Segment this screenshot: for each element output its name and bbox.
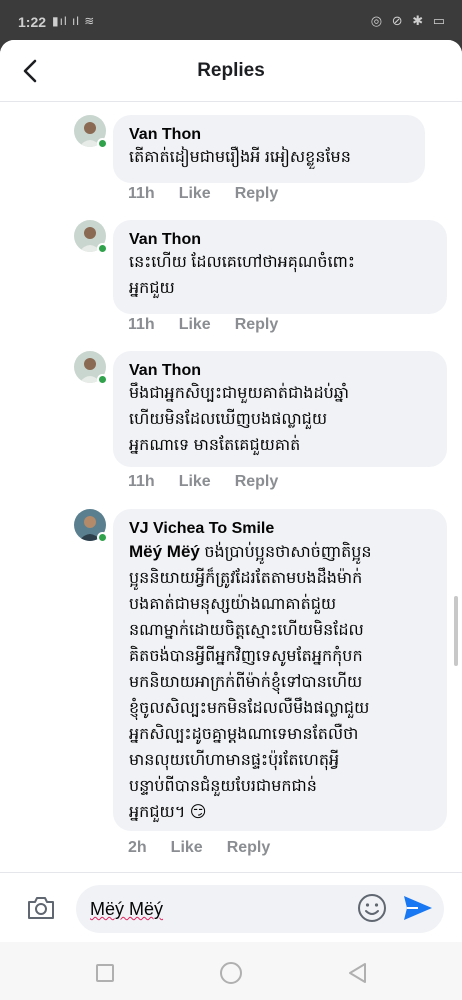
emoji-icon xyxy=(358,894,386,922)
header: Replies xyxy=(0,40,462,102)
comment-author[interactable]: Van Thon xyxy=(129,230,433,250)
reply-button[interactable]: Reply xyxy=(227,839,271,856)
online-status-dot xyxy=(97,138,108,149)
comment-bubble[interactable]: Van Thon តើគាត់ដៀមជាមរឿងអី រអៀសខ្លួនមែន xyxy=(113,115,425,183)
online-status-dot xyxy=(97,374,108,385)
reply-input-value[interactable]: Mëý Mëý xyxy=(90,899,163,920)
recent-apps-icon[interactable] xyxy=(96,964,114,982)
comment-time: 2h xyxy=(128,839,147,856)
status-time: 1:22 xyxy=(18,14,47,30)
like-button[interactable]: Like xyxy=(179,316,211,333)
like-button[interactable]: Like xyxy=(171,839,203,856)
camera-button[interactable] xyxy=(24,891,58,925)
comment-time: 11h xyxy=(128,473,155,490)
replies-sheet: Replies Van Thon តើគាត់ដៀមជាមរឿងអី រអៀសខ… xyxy=(0,40,462,1000)
comment-time: 11h xyxy=(128,185,155,202)
back-triangle-icon[interactable] xyxy=(347,962,367,984)
online-status-dot xyxy=(97,532,108,543)
comment-text: នេះហើយ ដែលគេហៅថាអគុណចំពោះ អ្នកជួយ xyxy=(129,254,355,297)
system-nav-bar xyxy=(0,942,462,1000)
like-button[interactable]: Like xyxy=(179,185,211,202)
comment-text: Mëý Mëý ចង់ប្រាប់ប្អូនថាសាច់ញាតិប្អូន ប្… xyxy=(129,539,433,826)
reply-button[interactable]: Reply xyxy=(235,185,279,202)
comment-body: ចង់ប្រាប់ប្អូនថាសាច់ញាតិប្អូន ប្អូននិយាយ… xyxy=(129,544,372,821)
comment-text: មឹងជាអ្នកសិប្បះជាមួយគាត់ជាងដប់ឆ្នាំ ហើយម… xyxy=(129,385,349,454)
comment-author[interactable]: VJ Vichea To Smile xyxy=(129,519,433,539)
comment-meta: 11h Like Reply xyxy=(128,185,302,203)
online-status-dot xyxy=(97,243,108,254)
reply-composer: Mëý Mëý xyxy=(0,872,462,942)
comment-author[interactable]: Van Thon xyxy=(129,125,411,145)
comment-time: 11h xyxy=(128,316,155,333)
comment-meta: 2h Like Reply xyxy=(128,839,294,857)
reply-input[interactable]: Mëý Mëý xyxy=(76,885,444,933)
comment-meta: 11h Like Reply xyxy=(128,473,302,491)
scrollbar[interactable] xyxy=(454,596,458,666)
mention-link[interactable]: Mëý Mëý xyxy=(129,542,200,561)
send-icon xyxy=(404,896,432,920)
emoji-button[interactable] xyxy=(356,892,388,924)
page-title: Replies xyxy=(197,60,265,81)
reply-button[interactable]: Reply xyxy=(235,316,279,333)
status-bar: 1:22 ▮ıl ıl ≋ ◎ ⊘ ✱ ▭ xyxy=(0,0,462,44)
comment-bubble[interactable]: Van Thon មឹងជាអ្នកសិប្បះជាមួយគាត់ជាងដប់ឆ… xyxy=(113,351,447,467)
reply-button[interactable]: Reply xyxy=(235,473,279,490)
like-button[interactable]: Like xyxy=(179,473,211,490)
send-button[interactable] xyxy=(402,894,434,922)
comment-bubble[interactable]: VJ Vichea To Smile Mëý Mëý ចង់ប្រាប់ប្អូ… xyxy=(113,509,447,831)
camera-icon xyxy=(28,897,54,919)
comment-bubble[interactable]: Van Thon នេះហើយ ដែលគេហៅថាអគុណចំពោះ អ្នកជ… xyxy=(113,220,447,314)
system-status-icons: ◎ ⊘ ✱ ▭ xyxy=(370,13,448,28)
home-icon[interactable] xyxy=(220,962,242,984)
comment-meta: 11h Like Reply xyxy=(128,316,302,334)
comment-list[interactable]: Van Thon តើគាត់ដៀមជាមរឿងអី រអៀសខ្លួនមែន … xyxy=(0,103,462,873)
signal-wifi-icon: ▮ıl ıl ≋ xyxy=(52,14,96,28)
comment-text: តើគាត់ដៀមជាមរឿងអី រអៀសខ្លួនមែន xyxy=(129,149,351,166)
comment-author[interactable]: Van Thon xyxy=(129,361,433,381)
